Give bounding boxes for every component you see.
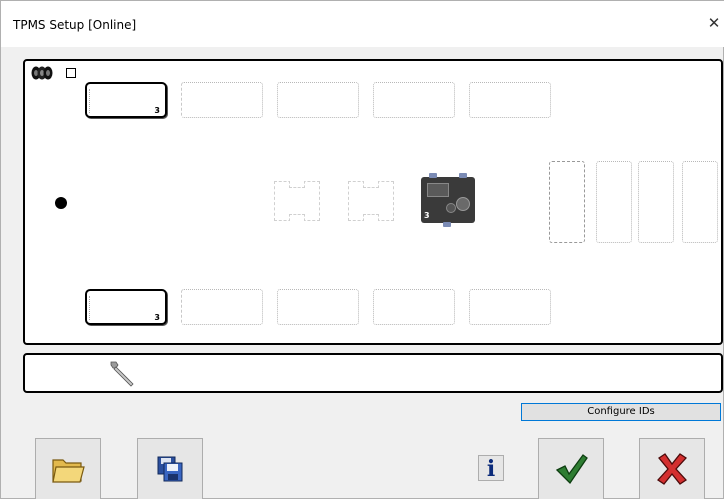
tire-slot-top-3[interactable]	[277, 82, 359, 118]
ecu-screen	[427, 183, 449, 197]
info-button[interactable]: i	[478, 455, 504, 482]
tire-slot-top-4[interactable]	[373, 82, 455, 118]
tpms-ecu-module[interactable]: 3	[421, 173, 475, 227]
ecu-connector	[443, 222, 451, 227]
tire-marker	[89, 296, 92, 320]
close-icon[interactable]: ✕	[707, 14, 721, 32]
ecu-number: 3	[424, 211, 430, 220]
cancel-button[interactable]	[639, 438, 705, 499]
open-button[interactable]	[35, 438, 101, 499]
window-title: TPMS Setup [Online]	[13, 18, 137, 32]
show-tires-checkbox[interactable]	[66, 68, 76, 78]
floppy-disk-icon	[157, 456, 183, 482]
ok-button[interactable]	[538, 438, 604, 499]
tire-number: 3	[154, 313, 160, 322]
ecu-connector	[429, 173, 437, 178]
axle-placeholder-1[interactable]	[274, 181, 320, 221]
configure-ids-button[interactable]: Configure IDs	[521, 403, 721, 421]
tire-slot-top-5[interactable]	[469, 82, 551, 118]
tire-slot-spare-2[interactable]	[596, 161, 632, 243]
axle-placeholder-2[interactable]	[348, 181, 394, 221]
tire-slot-front-left[interactable]: 3	[85, 82, 167, 118]
title-bar: TPMS Setup [Online] ✕	[1, 1, 724, 47]
tire-slot-spare-3[interactable]	[638, 161, 674, 243]
ecu-knob	[456, 197, 470, 211]
tire-slot-rear-left[interactable]: 3	[85, 289, 167, 325]
cross-icon	[657, 453, 687, 485]
save-button[interactable]	[137, 438, 203, 499]
tire-number: 3	[154, 106, 160, 115]
tire-slot-bottom-2[interactable]	[181, 289, 263, 325]
tire-slot-top-2[interactable]	[181, 82, 263, 118]
wrench-icon[interactable]	[107, 358, 137, 388]
ecu-knob	[446, 203, 456, 213]
checkmark-icon	[555, 454, 588, 485]
tire-slot-spare-4[interactable]	[682, 161, 718, 243]
tire-marker	[89, 89, 92, 113]
ecu-connector	[459, 173, 467, 178]
tire-slot-bottom-5[interactable]	[469, 289, 551, 325]
tpms-setup-window: TPMS Setup [Online] ✕ 3 3 3 Configure ID…	[0, 0, 724, 499]
tires-icon	[31, 66, 53, 80]
folder-icon	[52, 459, 85, 483]
tire-slot-bottom-3[interactable]	[277, 289, 359, 325]
tire-slot-spare-1[interactable]	[549, 161, 585, 243]
info-icon: i	[486, 456, 496, 482]
vehicle-front-marker	[55, 197, 67, 209]
tire-slot-bottom-4[interactable]	[373, 289, 455, 325]
